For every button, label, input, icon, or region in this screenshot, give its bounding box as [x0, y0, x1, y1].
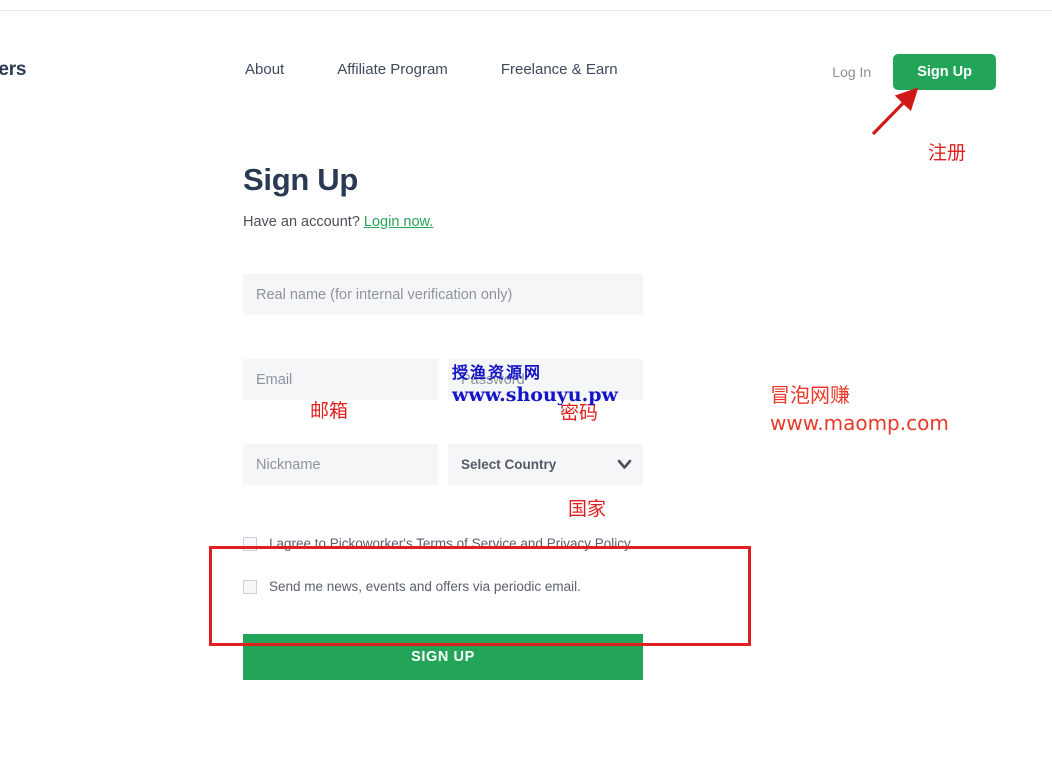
annotation-email-cn: 邮箱 — [310, 400, 349, 422]
annotation-password-cn: 密码 — [560, 402, 599, 424]
country-select[interactable]: Select Country — [448, 444, 643, 485]
site-header: kers About Affiliate Program Freelance &… — [0, 11, 1052, 101]
nickname-country-field-row: Select Country — [243, 444, 643, 485]
country-select-wrapper: Select Country — [448, 444, 643, 485]
terms-checkbox[interactable] — [243, 536, 257, 551]
nav-item-affiliate-program[interactable]: Affiliate Program — [337, 61, 448, 78]
newsletter-checkbox-row[interactable]: Send me news, events and offers via peri… — [243, 579, 643, 594]
email-password-field-row — [243, 359, 643, 400]
signup-submit-button[interactable]: SIGN UP — [243, 634, 643, 680]
nav-item-about[interactable]: About — [245, 61, 284, 78]
header-actions: Log In Sign Up — [832, 54, 996, 90]
header-login-link[interactable]: Log In — [832, 64, 871, 80]
page-title: Sign Up — [243, 162, 358, 197]
have-account-label: Have an account? — [243, 214, 360, 230]
brand-logo[interactable]: kers — [0, 59, 26, 81]
newsletter-checkbox[interactable] — [243, 579, 257, 594]
real-name-field-row — [243, 274, 643, 315]
newsletter-checkbox-label[interactable]: Send me news, events and offers via peri… — [269, 579, 581, 594]
watermark-maomp-cn: 冒泡网赚 — [770, 383, 850, 407]
email-input[interactable] — [243, 359, 438, 400]
annotation-country-cn: 国家 — [568, 498, 607, 520]
login-now-link[interactable]: Login now. — [364, 214, 433, 230]
consent-checkbox-group: I agree to Pickoworker's Terms of Servic… — [243, 536, 643, 594]
terms-checkbox-row[interactable]: I agree to Pickoworker's Terms of Servic… — [243, 536, 643, 551]
nickname-input[interactable] — [243, 444, 438, 485]
real-name-input[interactable] — [243, 274, 643, 315]
header-signup-button[interactable]: Sign Up — [893, 54, 996, 90]
have-account-text: Have an account? Login now. — [243, 214, 643, 230]
watermark-maomp: 冒泡网赚 www.maomp.com — [770, 383, 949, 436]
terms-checkbox-label[interactable]: I agree to Pickoworker's Terms of Servic… — [269, 536, 633, 551]
nav-item-freelance-earn[interactable]: Freelance & Earn — [501, 61, 618, 78]
password-input[interactable] — [448, 359, 643, 400]
annotation-signup-cn: 注册 — [928, 142, 967, 164]
watermark-maomp-url: www.maomp.com — [770, 410, 949, 435]
main-navigation: About Affiliate Program Freelance & Earn — [245, 61, 618, 78]
